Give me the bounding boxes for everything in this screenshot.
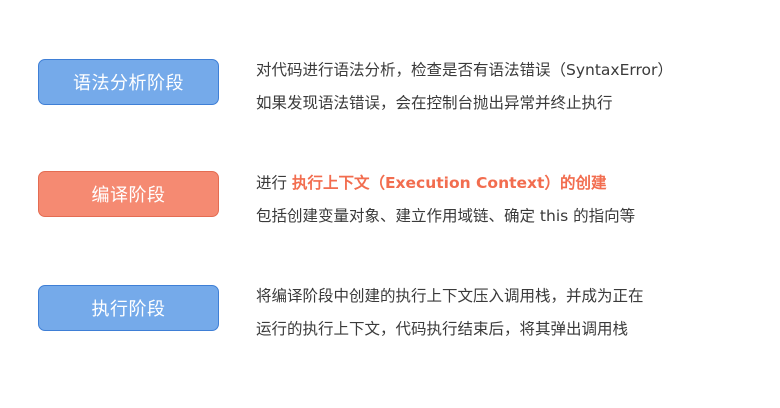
syntax-analysis-stage-label: 语法分析阶段: [73, 73, 184, 94]
syntax-analysis-desc-line-2: 如果发现语法错误，会在控制台抛出异常并终止执行: [256, 94, 613, 112]
compile-desc-prefix: 进行: [256, 174, 292, 192]
compile-desc-line-2: 包括创建变量对象、建立作用域链、确定 this 的指向等: [256, 207, 636, 225]
compile-desc-highlight: 执行上下文（Execution Context）的创建: [291, 174, 607, 192]
syntax-analysis-stage-box: 语法分析阶段: [38, 59, 219, 105]
execution-desc-line-2: 运行的执行上下文，代码执行结束后，将其弹出调用栈: [256, 320, 629, 338]
compile-stage-label: 编译阶段: [91, 185, 166, 206]
compile-stage-box: 编译阶段: [38, 171, 219, 217]
execution-stage-box: 执行阶段: [38, 285, 219, 331]
execution-desc-line-1: 将编译阶段中创建的执行上下文压入调用栈，并成为正在: [256, 287, 644, 305]
execution-stage-label: 执行阶段: [91, 299, 166, 320]
syntax-analysis-desc-line-1: 对代码进行语法分析，检查是否有语法错误（SyntaxError）: [256, 61, 673, 79]
compile-desc-line-1: 进行 执行上下文（Execution Context）的创建: [256, 173, 606, 193]
